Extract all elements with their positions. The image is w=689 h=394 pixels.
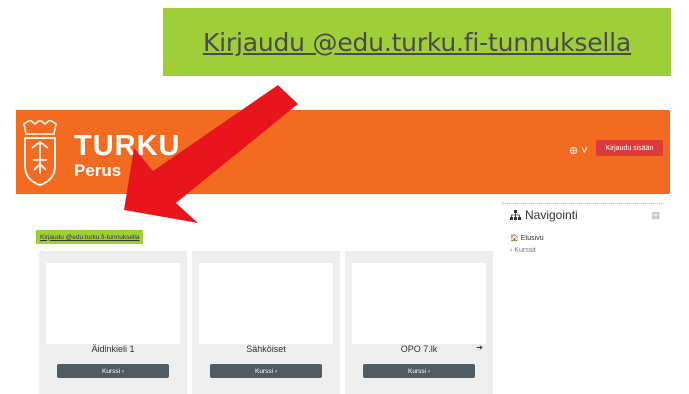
divider (502, 203, 662, 204)
self-enrol-icon: ➔ (476, 343, 483, 352)
zoomed-login-callout: Kirjaudu @edu.turku.fi-tunnuksella (163, 8, 671, 76)
navigation-block: Navigointi ▤ 🏠 Etusivu › Kurssit (510, 208, 660, 254)
nav-item-home-label: Etusivu (520, 235, 544, 242)
nav-item-courses[interactable]: › Kurssit (510, 247, 536, 254)
course-card: Äidinkieli 1 Kurssi › (39, 251, 187, 394)
chevron-right-icon: › (510, 247, 513, 254)
course-thumbnail (199, 263, 333, 344)
brand-title: TURKU (74, 130, 181, 162)
moodle-screenshot: TURKU Perus ⊕ ˅ Kirjaudu sisään Kirjaudu… (16, 110, 670, 394)
turku-crest-icon (23, 120, 57, 186)
course-name[interactable]: OPO 7.lk (345, 344, 493, 354)
language-menu-icon[interactable]: ⊕ ˅ (569, 144, 588, 157)
zoomed-login-link[interactable]: Kirjaudu @edu.turku.fi-tunnuksella (203, 28, 631, 57)
course-name[interactable]: Sähköiset (192, 344, 340, 354)
home-icon: 🏠 (510, 235, 519, 242)
site-header: TURKU Perus ⊕ ˅ Kirjaudu sisään (16, 110, 670, 194)
course-thumbnail (352, 263, 486, 344)
nav-item-home[interactable]: 🏠 Etusivu (510, 234, 544, 242)
collapse-block-icon[interactable]: ▤ (651, 210, 660, 221)
edu-login-link[interactable]: Kirjaudu @edu.turku.fi-tunnuksella (36, 230, 144, 244)
course-button[interactable]: Kurssi › (57, 364, 169, 378)
course-button[interactable]: Kurssi › (210, 364, 322, 378)
course-button[interactable]: Kurssi › (363, 364, 475, 378)
sitemap-icon (510, 210, 521, 220)
course-name[interactable]: Äidinkieli 1 (39, 344, 187, 354)
navigation-title: Navigointi (525, 208, 578, 222)
login-button[interactable]: Kirjaudu sisään (596, 140, 663, 156)
course-thumbnail (46, 263, 180, 344)
course-card: Sähköiset Kurssi › (192, 251, 340, 394)
brand-subtitle: Perus (74, 161, 122, 180)
nav-item-courses-label: Kurssit (514, 247, 536, 254)
course-card: OPO 7.lk ➔ Kurssi › (345, 251, 493, 394)
navigation-header: Navigointi (510, 208, 660, 222)
